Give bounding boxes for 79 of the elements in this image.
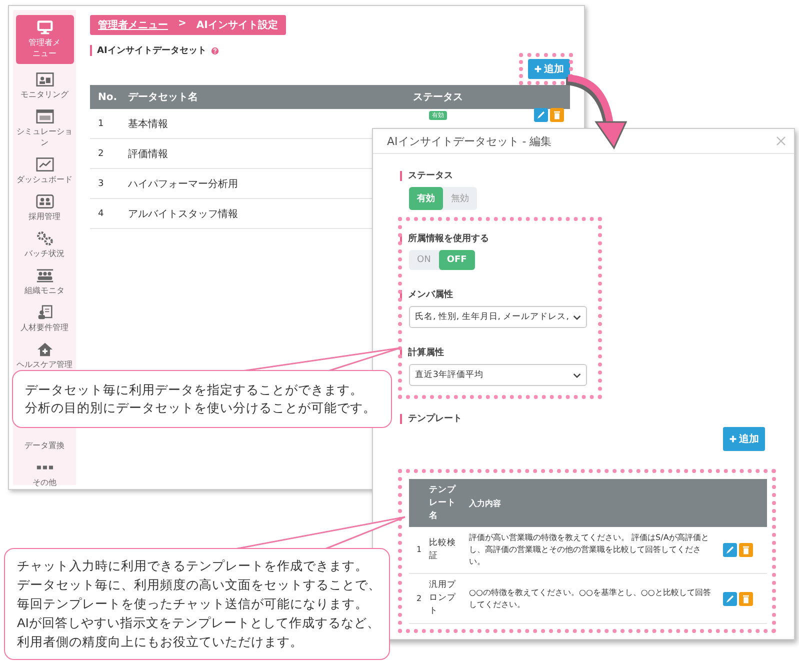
delete-button[interactable] bbox=[739, 592, 753, 606]
edit-button[interactable] bbox=[723, 592, 737, 606]
chevron-icon bbox=[573, 372, 581, 378]
profile-card-icon bbox=[36, 72, 54, 87]
monitor-icon bbox=[36, 20, 54, 35]
table-cell-text: 2 bbox=[97, 148, 105, 158]
close-icon[interactable] bbox=[776, 136, 786, 146]
callout-text: 分析の目的別にデータセットを使い分けることが可能です。 bbox=[25, 400, 376, 417]
gears-icon bbox=[36, 231, 54, 246]
table-cell-text: アルバイトスタッフ情報 bbox=[128, 208, 239, 220]
breadcrumb-link[interactable]: 管理者メニュー bbox=[98, 18, 168, 32]
table-cell: 比較検証 bbox=[429, 537, 457, 563]
callout-text: 利用者側の精度向上にもお役立ていただけます。 bbox=[17, 634, 303, 650]
sidebar-item[interactable]: 組織モニタ bbox=[16, 268, 74, 296]
field-label: テンプレート bbox=[408, 412, 462, 425]
field-label: 所属情報を使用する bbox=[408, 232, 489, 245]
section-title: AIインサイトデータセット bbox=[97, 45, 206, 57]
breadcrumb-current: AIインサイト設定 bbox=[196, 18, 278, 32]
table-cell: 汎用プロンプト bbox=[429, 579, 457, 618]
trash-icon bbox=[740, 544, 752, 556]
table-cell-text: ハイパフォーマー分析用 bbox=[128, 178, 239, 190]
callout-text: チャット入力時に利用できるテンプレートを作成できます。 bbox=[17, 558, 368, 574]
window-icon bbox=[36, 109, 54, 124]
pencil-icon bbox=[724, 544, 736, 556]
field-label: メンバ属性 bbox=[408, 288, 453, 301]
edit-button[interactable] bbox=[534, 108, 548, 122]
add-button[interactable]: 追加 bbox=[723, 427, 765, 451]
callout-text: AIが回答しやすい指示文をテンプレートとして作成するなど、 bbox=[17, 614, 380, 632]
table-cell-text: ○○の特徴を教えてください。○○を基準とし、○○と比較して回答してください。 bbox=[469, 586, 712, 610]
table-cell-text: 1 bbox=[97, 118, 105, 128]
people-icon bbox=[36, 194, 54, 209]
callout-text: 毎回テンプレートを使ったチャット送信が可能になります。 bbox=[17, 596, 368, 612]
document-icon bbox=[36, 305, 54, 320]
dotted-highlight bbox=[519, 53, 573, 85]
delete-button[interactable] bbox=[739, 543, 753, 557]
field-label: 計算属性 bbox=[408, 346, 444, 359]
column-header: データセット名 bbox=[128, 90, 199, 104]
table-cell-text: 1 bbox=[415, 544, 423, 556]
table-cell-text: 3 bbox=[97, 178, 105, 188]
table-cell-text: 評価情報 bbox=[128, 148, 169, 160]
callout-text: データセット毎に、利用頻度の高い文面をセットすることで、 bbox=[17, 576, 381, 594]
sidebar-item[interactable]: 管理者メニュー bbox=[16, 15, 74, 64]
table-cell-text: 4 bbox=[97, 208, 105, 218]
table-cell-text: 評価が高い営業職の特徴を教えてください。 評価はS/Aが高評価とし、高評価の営業職とその他の営業職を比較して回答してください。 bbox=[469, 532, 710, 568]
sidebar-item[interactable]: データ置換 bbox=[16, 438, 74, 451]
pencil-icon bbox=[724, 592, 736, 604]
add-button[interactable]: 追加 bbox=[528, 59, 570, 79]
sidebar-item[interactable]: その他 bbox=[16, 460, 74, 488]
callout-text: データセット毎に利用データを指定することができます。 bbox=[25, 382, 363, 399]
plus-icon bbox=[729, 435, 737, 443]
sidebar-item[interactable]: シミュレーション bbox=[16, 109, 74, 148]
column-header: No. bbox=[97, 92, 118, 102]
breadcrumb-separator: > bbox=[178, 18, 186, 31]
column-header: 入力内容 bbox=[469, 498, 502, 508]
dialog-title: AIインサイトデータセット - 編集 bbox=[387, 134, 552, 148]
plus-icon bbox=[534, 65, 542, 73]
team-icon bbox=[36, 268, 54, 283]
sidebar-item[interactable]: バッチ状況 bbox=[16, 231, 74, 259]
help-icon[interactable] bbox=[211, 46, 220, 54]
delete-button[interactable] bbox=[550, 108, 564, 122]
column-header: テンプレート名 bbox=[429, 484, 457, 522]
member-select[interactable]: 氏名, 性別, 生年月日, メールアドレス, bbox=[409, 306, 587, 328]
sidebar-item[interactable]: 採用管理 bbox=[16, 194, 74, 222]
trash-icon bbox=[740, 592, 752, 604]
sidebar-item[interactable]: 人材要件管理 bbox=[16, 305, 74, 333]
sidebar-item[interactable]: ヘルスケア管理 bbox=[16, 342, 74, 370]
table-cell-text: 基本情報 bbox=[128, 118, 169, 130]
table-cell-text: 2 bbox=[415, 592, 423, 604]
sidebar-item[interactable]: モニタリング bbox=[16, 72, 74, 100]
house-icon bbox=[36, 342, 54, 357]
chevron-icon bbox=[573, 314, 581, 320]
chart-icon bbox=[36, 157, 54, 172]
calc-select[interactable]: 直近3年評価平均 bbox=[409, 364, 587, 386]
edit-button[interactable] bbox=[723, 543, 737, 557]
sidebar-item[interactable]: ダッシュボード bbox=[16, 157, 74, 185]
column-header: ステータス bbox=[412, 91, 464, 104]
trash-icon bbox=[551, 108, 563, 120]
field-label: ステータス bbox=[408, 170, 453, 182]
status-badge: 有効 bbox=[429, 111, 447, 120]
